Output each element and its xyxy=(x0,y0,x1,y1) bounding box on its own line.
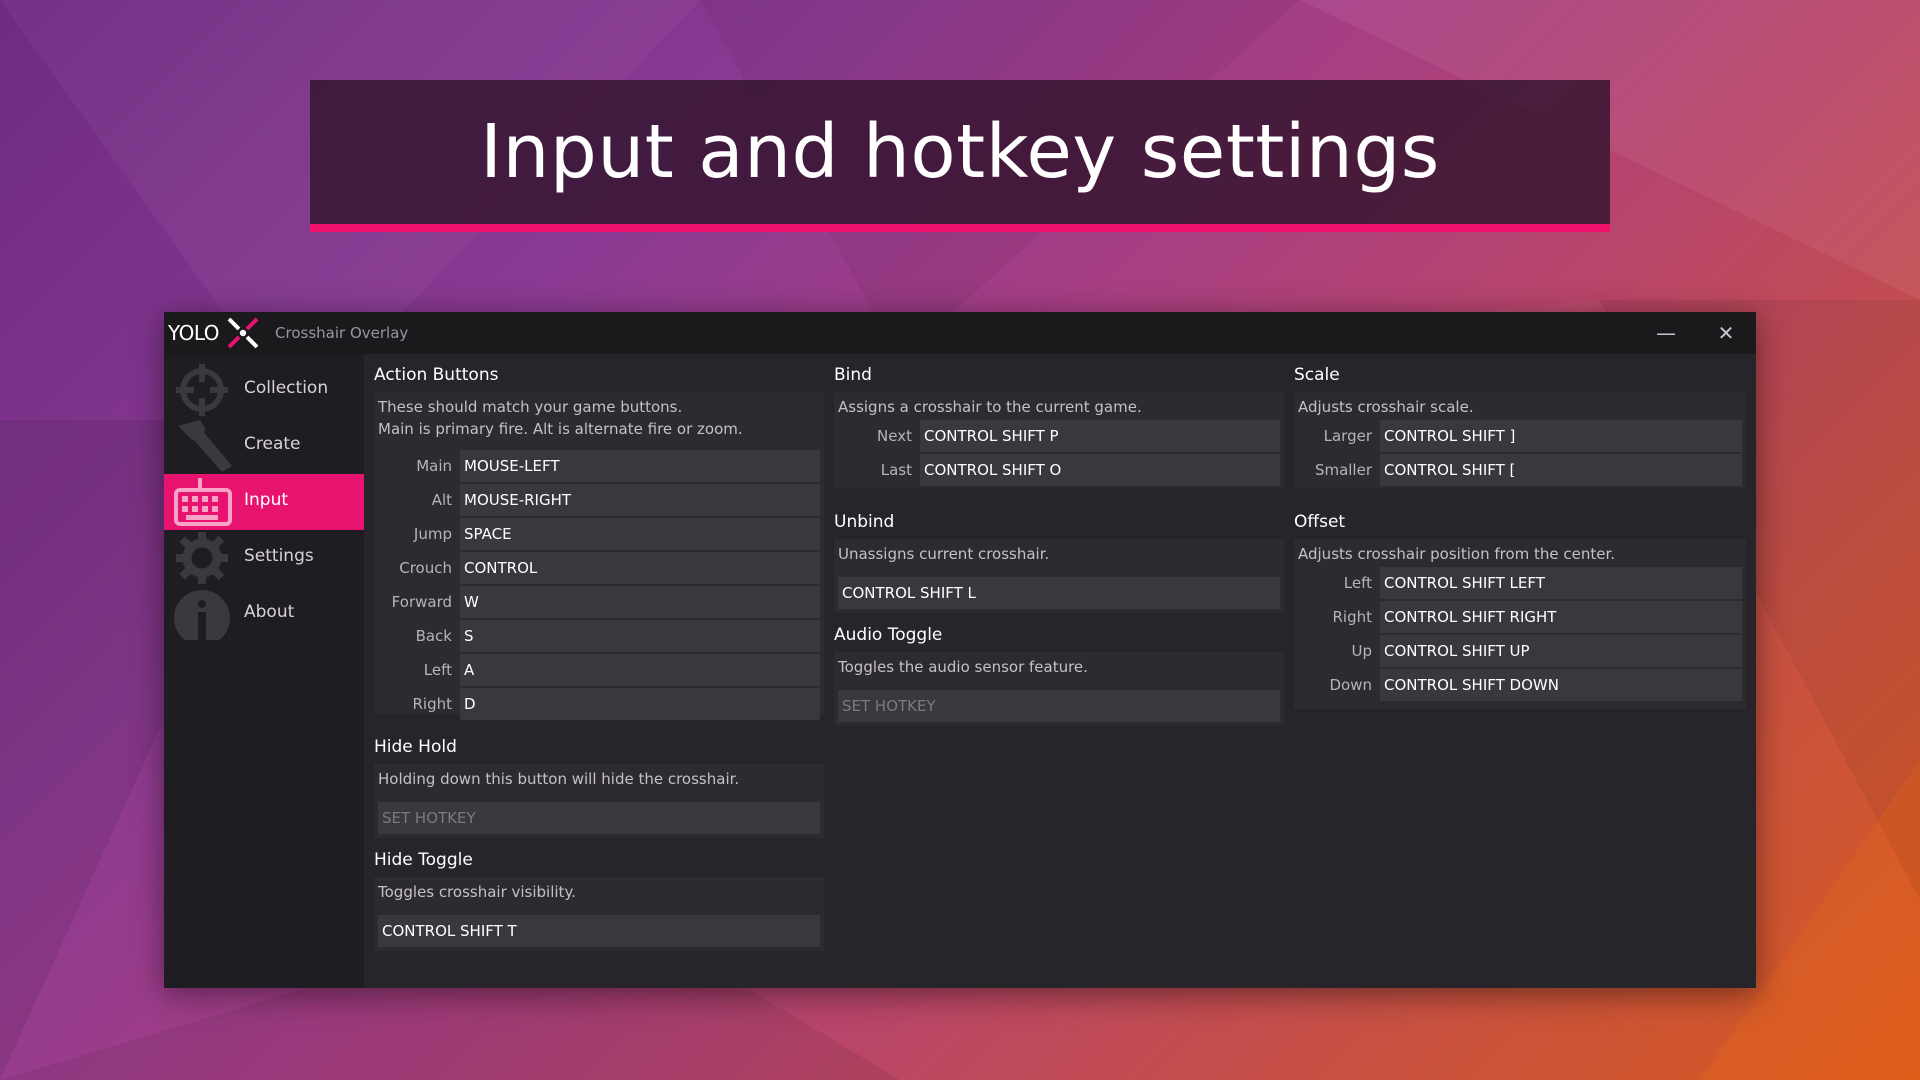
input-settings-content: Action Buttons These should match your g… xyxy=(364,354,1756,988)
hotkey-row-crouch: Crouch CONTROL xyxy=(374,552,824,584)
hotkey-row-next: Next CONTROL SHIFT P xyxy=(834,420,1284,452)
row-label: Right xyxy=(374,695,452,713)
keyboard-icon xyxy=(172,476,232,528)
description-line: These should match your game buttons. xyxy=(378,396,820,418)
section-title-hide-hold: Hide Hold xyxy=(374,737,457,757)
hotkey-row-offset-left: Left CONTROL SHIFT LEFT xyxy=(1294,567,1746,599)
hotkey-field-back[interactable]: S xyxy=(460,620,820,652)
hotkey-field-left[interactable]: A xyxy=(460,654,820,686)
hotkey-row-left: Left A xyxy=(374,654,824,686)
app-logo: YOLO xyxy=(168,311,265,355)
section-title-audio-toggle: Audio Toggle xyxy=(834,625,942,645)
row-label: Next xyxy=(834,427,912,445)
description-line: Unassigns current crosshair. xyxy=(838,543,1280,565)
description-line: Main is primary fire. Alt is alternate f… xyxy=(378,418,820,440)
row-label: Right xyxy=(1294,608,1372,626)
row-label: Larger xyxy=(1294,427,1372,445)
row-label: Forward xyxy=(374,593,452,611)
row-label: Up xyxy=(1294,642,1372,660)
close-button[interactable]: ✕ xyxy=(1696,312,1756,354)
hotkey-row-jump: Jump SPACE xyxy=(374,518,824,550)
hotkey-row-right: Right D xyxy=(374,688,824,720)
row-label: Left xyxy=(1294,574,1372,592)
row-label: Jump xyxy=(374,525,452,543)
sidebar-item-label: Create xyxy=(244,434,301,454)
crosshair-icon xyxy=(172,364,232,416)
sidebar-item-label: Settings xyxy=(244,546,314,566)
hotkey-field-main[interactable]: MOUSE-LEFT xyxy=(460,450,820,482)
hotkey-field-next[interactable]: CONTROL SHIFT P xyxy=(920,420,1280,452)
minimize-button[interactable]: — xyxy=(1636,312,1696,354)
section-title-hide-toggle: Hide Toggle xyxy=(374,850,473,870)
description-line: Assigns a crosshair to the current game. xyxy=(838,396,1280,418)
sidebar-item-input[interactable]: Input xyxy=(164,474,364,530)
section-title-scale: Scale xyxy=(1294,365,1340,385)
hotkey-field-unbind[interactable]: CONTROL SHIFT L xyxy=(838,577,1280,609)
hotkey-field-offset-up[interactable]: CONTROL SHIFT UP xyxy=(1380,635,1742,667)
row-label: Alt xyxy=(374,491,452,509)
minimize-icon: — xyxy=(1656,321,1676,345)
banner: Input and hotkey settings xyxy=(310,80,1610,232)
hotkey-field-crouch[interactable]: CONTROL xyxy=(460,552,820,584)
hotkey-field-last[interactable]: CONTROL SHIFT O xyxy=(920,454,1280,486)
row-label: Back xyxy=(374,627,452,645)
hotkey-field-jump[interactable]: SPACE xyxy=(460,518,820,550)
section-title-action-buttons: Action Buttons xyxy=(374,365,498,385)
info-icon xyxy=(172,588,232,640)
section-title-bind: Bind xyxy=(834,365,872,385)
section-title-offset: Offset xyxy=(1294,512,1345,532)
sidebar-item-collection[interactable]: Collection xyxy=(164,362,364,418)
row-label: Last xyxy=(834,461,912,479)
app-window: YOLO Crosshair Overlay — ✕ xyxy=(164,312,1756,988)
sidebar-item-create[interactable]: Create xyxy=(164,418,364,474)
sidebar-item-settings[interactable]: Settings xyxy=(164,530,364,586)
hotkey-field-hide-toggle[interactable]: CONTROL SHIFT T xyxy=(378,915,820,947)
section-title-unbind: Unbind xyxy=(834,512,894,532)
row-label: Down xyxy=(1294,676,1372,694)
hotkey-row-offset-up: Up CONTROL SHIFT UP xyxy=(1294,635,1746,667)
close-icon: ✕ xyxy=(1718,321,1735,345)
hotkey-row-smaller: Smaller CONTROL SHIFT [ xyxy=(1294,454,1746,486)
hotkey-row-offset-right: Right CONTROL SHIFT RIGHT xyxy=(1294,601,1746,633)
hotkey-field-smaller[interactable]: CONTROL SHIFT [ xyxy=(1380,454,1742,486)
sidebar-item-label: About xyxy=(244,602,294,622)
logo-x-icon xyxy=(221,311,265,355)
sidebar-item-about[interactable]: About xyxy=(164,586,364,642)
row-label: Main xyxy=(374,457,452,475)
row-label: Crouch xyxy=(374,559,452,577)
sidebar-item-label: Input xyxy=(244,490,288,510)
hotkey-row-alt: Alt MOUSE-RIGHT xyxy=(374,484,824,516)
description-line: Toggles the audio sensor feature. xyxy=(838,656,1280,678)
sidebar-item-label: Collection xyxy=(244,378,328,398)
gear-icon xyxy=(172,532,232,584)
hotkey-row-offset-down: Down CONTROL SHIFT DOWN xyxy=(1294,669,1746,701)
hotkey-field-forward[interactable]: W xyxy=(460,586,820,618)
hotkey-field-larger[interactable]: CONTROL SHIFT ] xyxy=(1380,420,1742,452)
hotkey-field-offset-right[interactable]: CONTROL SHIFT RIGHT xyxy=(1380,601,1742,633)
description-line: Adjusts crosshair scale. xyxy=(1298,396,1742,418)
hotkey-field-audio-toggle[interactable]: SET HOTKEY xyxy=(838,690,1280,722)
hotkey-row-back: Back S xyxy=(374,620,824,652)
hotkey-field-right[interactable]: D xyxy=(460,688,820,720)
hotkey-field-offset-down[interactable]: CONTROL SHIFT DOWN xyxy=(1380,669,1742,701)
title-bar[interactable]: YOLO Crosshair Overlay — ✕ xyxy=(164,312,1756,354)
row-label: Left xyxy=(374,661,452,679)
row-label: Smaller xyxy=(1294,461,1372,479)
description-line: Toggles crosshair visibility. xyxy=(378,881,820,903)
hammer-icon xyxy=(172,420,232,472)
hotkey-field-hide-hold[interactable]: SET HOTKEY xyxy=(378,802,820,834)
logo-text: YOLO xyxy=(168,321,219,345)
hotkey-row-main: Main MOUSE-LEFT xyxy=(374,450,824,482)
hotkey-row-forward: Forward W xyxy=(374,586,824,618)
description-line: Holding down this button will hide the c… xyxy=(378,768,820,790)
hotkey-row-larger: Larger CONTROL SHIFT ] xyxy=(1294,420,1746,452)
description-line: Adjusts crosshair position from the cent… xyxy=(1298,543,1742,565)
hotkey-field-alt[interactable]: MOUSE-RIGHT xyxy=(460,484,820,516)
app-title: Crosshair Overlay xyxy=(275,324,408,342)
action-buttons-description: These should match your game buttons. Ma… xyxy=(374,392,824,442)
hotkey-field-offset-left[interactable]: CONTROL SHIFT LEFT xyxy=(1380,567,1742,599)
banner-title: Input and hotkey settings xyxy=(480,109,1440,195)
hotkey-row-last: Last CONTROL SHIFT O xyxy=(834,454,1284,486)
sidebar: Collection Create Input xyxy=(164,354,364,988)
